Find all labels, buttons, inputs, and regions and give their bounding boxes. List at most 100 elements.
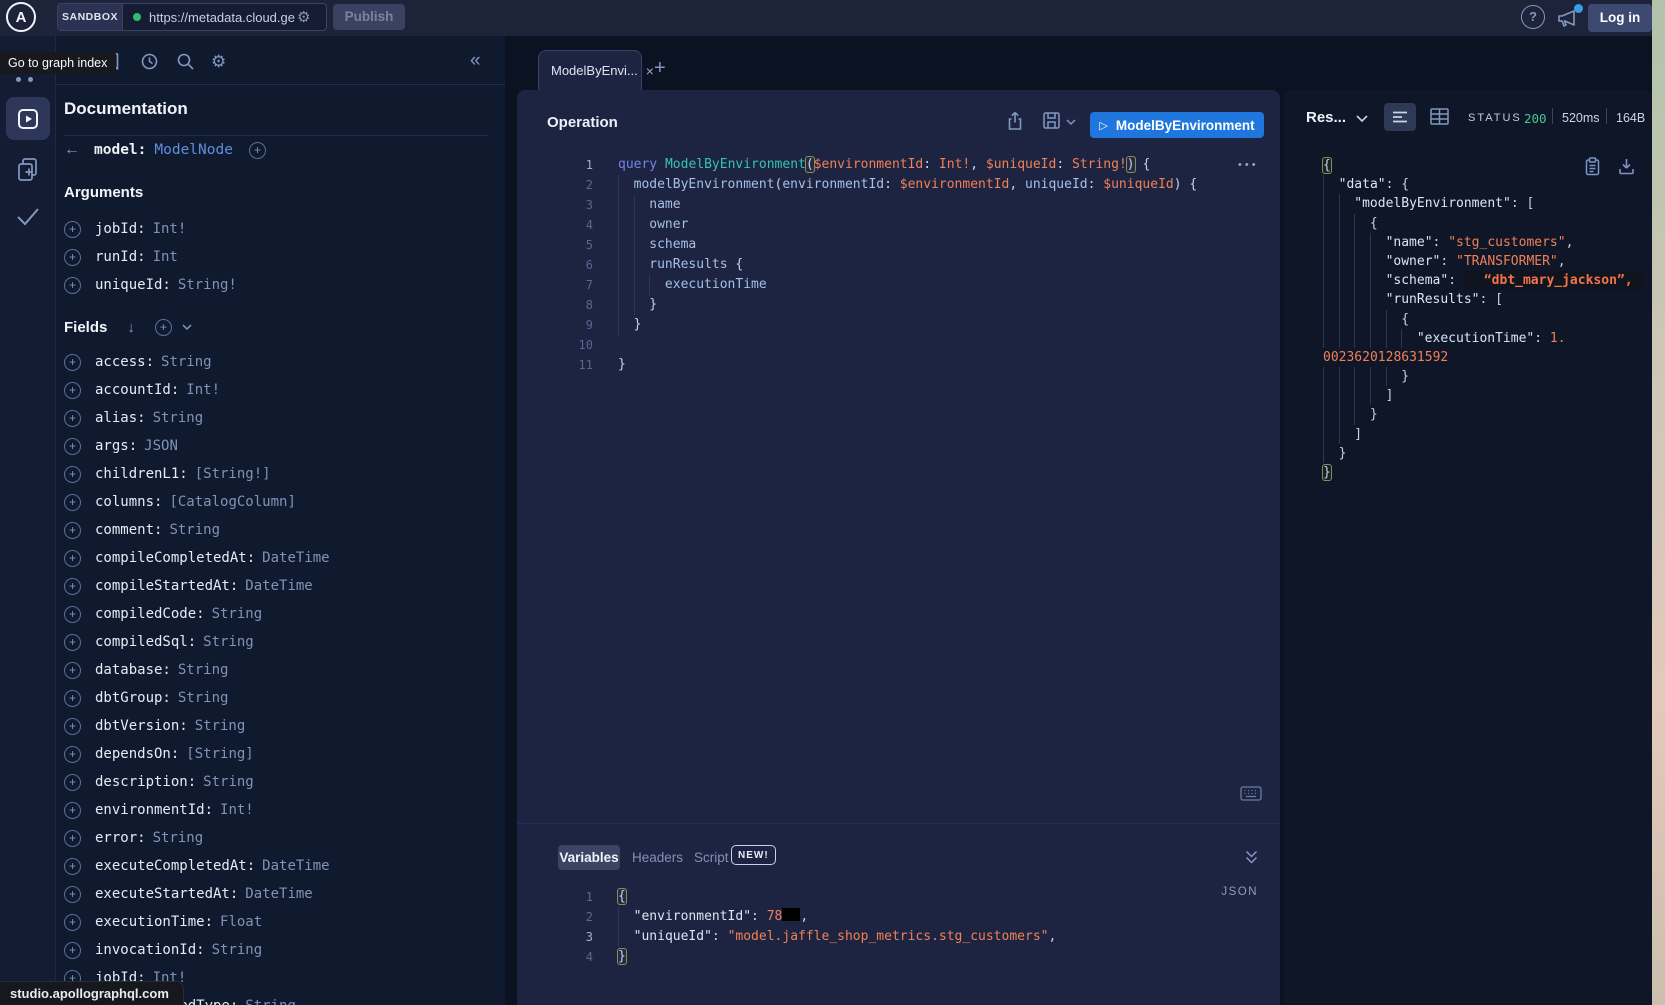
field-type[interactable]: Float bbox=[220, 914, 262, 930]
response-dropdown-chevron-icon[interactable] bbox=[1356, 115, 1368, 123]
field-row[interactable]: +alias:String bbox=[64, 404, 504, 432]
help-icon[interactable]: ? bbox=[1521, 5, 1545, 29]
add-to-query-icon[interactable]: + bbox=[64, 438, 81, 455]
field-row[interactable]: +invocationId:String bbox=[64, 936, 504, 964]
add-to-query-icon[interactable]: + bbox=[64, 606, 81, 623]
collections-nav-icon[interactable] bbox=[14, 156, 42, 184]
field-type[interactable]: String! bbox=[178, 277, 237, 293]
field-type[interactable]: String bbox=[203, 634, 254, 650]
add-to-query-icon[interactable]: + bbox=[64, 802, 81, 819]
add-to-query-icon[interactable]: + bbox=[64, 382, 81, 399]
add-all-fields-icon[interactable]: + bbox=[155, 319, 172, 336]
field-type[interactable]: String bbox=[212, 942, 263, 958]
keyboard-shortcuts-icon[interactable] bbox=[1240, 786, 1262, 801]
field-type[interactable]: String bbox=[169, 522, 220, 538]
field-row[interactable]: +executeStartedAt:DateTime bbox=[64, 880, 504, 908]
field-type[interactable]: String bbox=[195, 718, 246, 734]
add-to-query-icon[interactable]: + bbox=[64, 354, 81, 371]
field-type[interactable]: [String] bbox=[186, 746, 253, 762]
add-to-query-icon[interactable]: + bbox=[64, 662, 81, 679]
add-to-query-icon[interactable]: + bbox=[64, 494, 81, 511]
explorer-nav-button[interactable] bbox=[6, 97, 50, 140]
field-type[interactable]: String bbox=[245, 998, 296, 1005]
field-type[interactable]: String bbox=[161, 354, 212, 370]
response-raw-view-button[interactable] bbox=[1384, 103, 1416, 131]
field-row[interactable]: +description:String bbox=[64, 768, 504, 796]
field-type[interactable]: String bbox=[178, 662, 229, 678]
operation-tab[interactable]: ModelByEnvi... × bbox=[538, 50, 642, 90]
share-operation-icon[interactable] bbox=[1006, 111, 1024, 131]
doc-type-link[interactable]: ModelNode bbox=[154, 142, 233, 158]
field-row[interactable]: +error:String bbox=[64, 824, 504, 852]
add-to-query-icon[interactable]: + bbox=[64, 830, 81, 847]
add-to-query-icon[interactable]: + bbox=[64, 522, 81, 539]
field-row[interactable]: +compiledSql:String bbox=[64, 628, 504, 656]
add-to-query-icon[interactable]: + bbox=[64, 746, 81, 763]
field-type[interactable]: [String!] bbox=[195, 466, 271, 482]
field-row[interactable]: +executionTime:Float bbox=[64, 908, 504, 936]
run-operation-button[interactable]: ▷ ModelByEnvironment bbox=[1090, 112, 1264, 138]
history-icon[interactable] bbox=[140, 52, 159, 71]
field-type[interactable]: JSON bbox=[144, 438, 178, 454]
add-to-query-icon[interactable]: + bbox=[64, 550, 81, 567]
field-type[interactable]: Int bbox=[153, 249, 178, 265]
back-arrow-icon[interactable]: ← bbox=[64, 141, 94, 159]
close-tab-icon[interactable]: × bbox=[646, 63, 654, 79]
field-type[interactable]: DateTime bbox=[262, 550, 329, 566]
argument-row[interactable]: +uniqueId:String! bbox=[64, 271, 494, 299]
connection-settings-gear-icon[interactable]: ⚙ bbox=[297, 8, 310, 26]
add-to-query-icon[interactable]: + bbox=[64, 886, 81, 903]
field-type[interactable]: Int! bbox=[153, 221, 187, 237]
response-table-view-icon[interactable] bbox=[1430, 108, 1449, 125]
field-type[interactable]: String bbox=[153, 830, 204, 846]
checks-nav-icon[interactable] bbox=[14, 206, 42, 228]
add-to-query-icon[interactable]: + bbox=[64, 410, 81, 427]
response-json-viewer[interactable]: {"data": {"modelByEnvironment": [{"name"… bbox=[1284, 156, 1652, 482]
field-type[interactable]: Int! bbox=[186, 382, 220, 398]
login-button[interactable]: Log in bbox=[1588, 4, 1652, 32]
tab-headers[interactable]: Headers bbox=[632, 850, 683, 865]
field-type[interactable]: Int! bbox=[220, 802, 254, 818]
tab-variables[interactable]: Variables bbox=[558, 845, 620, 870]
field-type[interactable]: String bbox=[203, 774, 254, 790]
save-options-chevron-icon[interactable] bbox=[1066, 119, 1076, 126]
variables-editor[interactable]: 1{2"environmentId": 78,3"uniqueId": "mod… bbox=[517, 887, 1280, 967]
field-type[interactable]: DateTime bbox=[245, 578, 312, 594]
field-type[interactable]: String bbox=[178, 690, 229, 706]
add-to-query-icon[interactable]: + bbox=[64, 774, 81, 791]
add-to-query-icon[interactable]: + bbox=[64, 277, 81, 294]
field-row[interactable]: +accountId:Int! bbox=[64, 376, 504, 404]
field-type[interactable]: [CatalogColumn] bbox=[169, 494, 295, 510]
argument-row[interactable]: +jobId:Int! bbox=[64, 215, 494, 243]
add-type-icon[interactable]: + bbox=[249, 142, 266, 159]
fields-options-chevron-icon[interactable] bbox=[182, 324, 192, 331]
add-to-query-icon[interactable]: + bbox=[64, 578, 81, 595]
new-tab-button[interactable]: + bbox=[654, 57, 666, 80]
field-type[interactable]: DateTime bbox=[262, 858, 329, 874]
field-row[interactable]: +database:String bbox=[64, 656, 504, 684]
field-row[interactable]: +columns:[CatalogColumn] bbox=[64, 488, 504, 516]
add-to-query-icon[interactable]: + bbox=[64, 858, 81, 875]
field-type[interactable]: String bbox=[153, 410, 204, 426]
field-row[interactable]: +environmentId:Int! bbox=[64, 796, 504, 824]
add-to-query-icon[interactable]: + bbox=[64, 690, 81, 707]
operation-editor[interactable]: 1query ModelByEnvironment($environmentId… bbox=[517, 155, 1280, 375]
collapse-sidebar-icon[interactable]: « bbox=[470, 50, 481, 72]
field-row[interactable]: +childrenL1:[String!] bbox=[64, 460, 504, 488]
field-row[interactable]: +compileStartedAt:DateTime bbox=[64, 572, 504, 600]
add-to-query-icon[interactable]: + bbox=[64, 942, 81, 959]
field-row[interactable]: +args:JSON bbox=[64, 432, 504, 460]
add-to-query-icon[interactable]: + bbox=[64, 221, 81, 238]
field-type[interactable]: DateTime bbox=[245, 886, 312, 902]
field-row[interactable]: +dependsOn:[String] bbox=[64, 740, 504, 768]
endpoint-url-input[interactable]: https://metadata.cloud.get bbox=[149, 10, 295, 25]
add-to-query-icon[interactable]: + bbox=[64, 718, 81, 735]
field-row[interactable]: +executeCompletedAt:DateTime bbox=[64, 852, 504, 880]
publish-button[interactable]: Publish bbox=[333, 4, 405, 30]
save-operation-icon[interactable] bbox=[1042, 111, 1061, 130]
add-to-query-icon[interactable]: + bbox=[64, 466, 81, 483]
field-row[interactable]: +dbtGroup:String bbox=[64, 684, 504, 712]
apollo-logo-icon[interactable]: A bbox=[6, 2, 36, 32]
field-row[interactable]: +access:String bbox=[64, 348, 504, 376]
add-to-query-icon[interactable]: + bbox=[64, 249, 81, 266]
